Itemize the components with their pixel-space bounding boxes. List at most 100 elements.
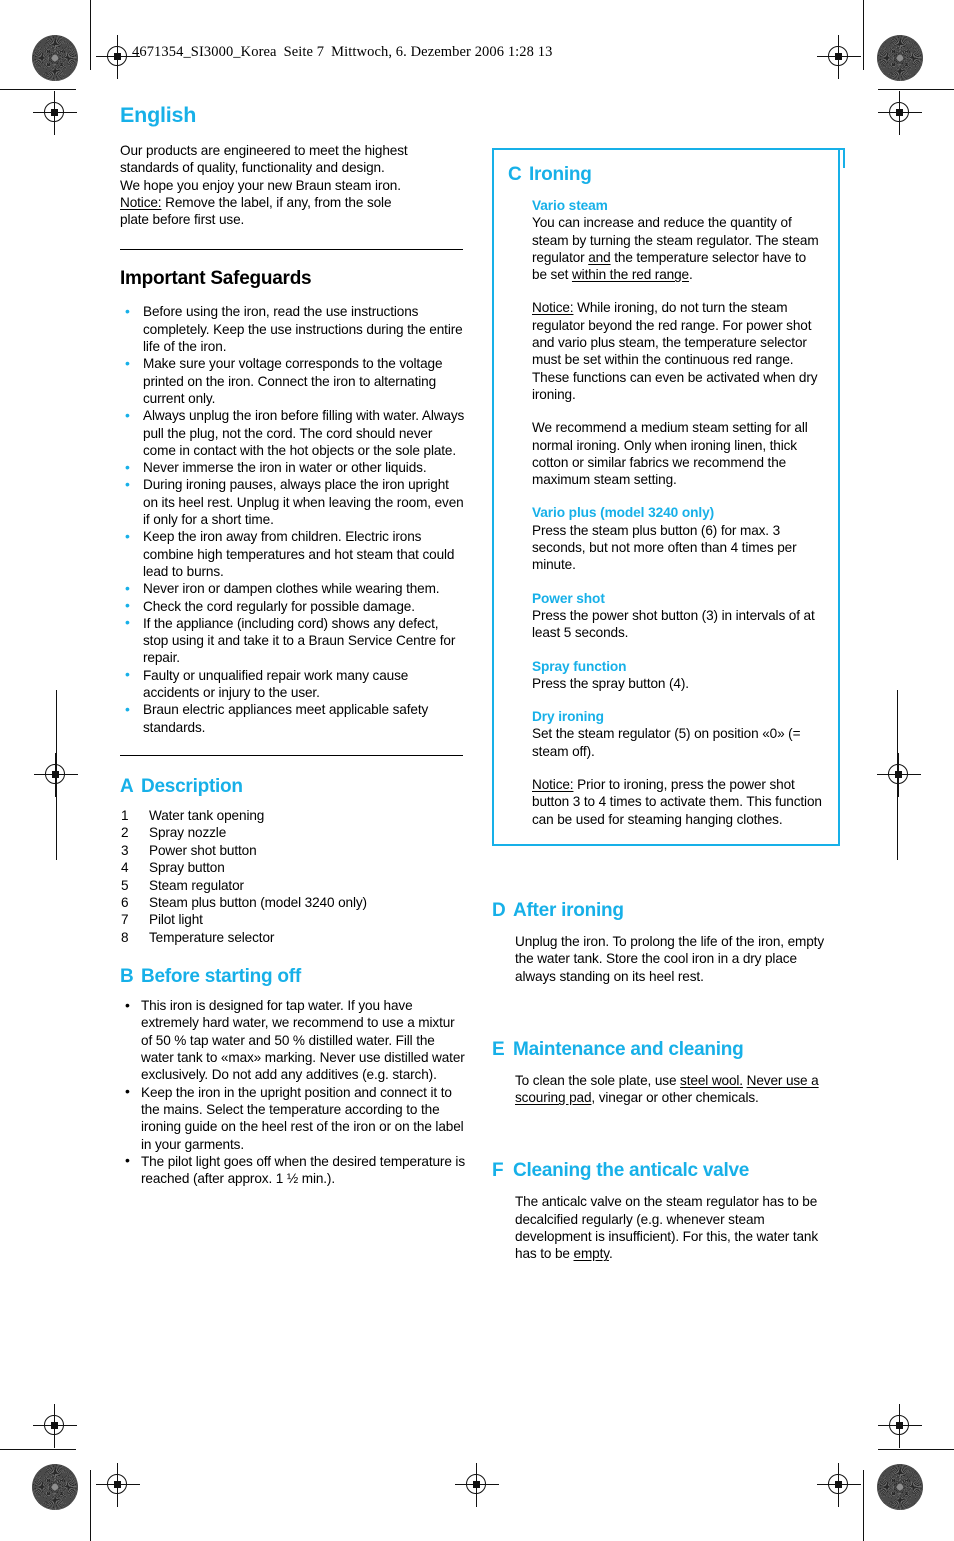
registration-mark-lower-right-edge <box>878 1404 922 1448</box>
section-f-text-b: . <box>608 1246 613 1262</box>
list-item: 5 Steam regulator <box>120 877 465 894</box>
list-item: 1 Water tank opening <box>120 807 465 824</box>
crop-line-top-right-vertical <box>863 0 865 70</box>
item-label: Spray button <box>149 860 225 876</box>
color-target-bottom-left <box>32 1464 78 1510</box>
item-number: 3 <box>121 842 129 858</box>
divider-above-safeguards <box>120 249 463 251</box>
section-f-text-a: The anticalc valve on the steam regulato… <box>515 1194 819 1262</box>
notice-text: While ironing, do not turn the steam reg… <box>532 300 812 368</box>
item-number: 4 <box>121 860 129 876</box>
registration-mark-bottom-left <box>96 1463 140 1507</box>
list-item: Check the cord regularly for possible da… <box>120 597 465 615</box>
item-label: Steam regulator <box>149 877 244 893</box>
description-list: 1 Water tank opening 2 Spray nozzle 3 Power… <box>120 807 465 946</box>
list-item: Make sure your voltage corresponds to th… <box>120 355 465 407</box>
section-b-title: Before starting off <box>141 966 301 988</box>
item-label: Temperature selector <box>149 929 275 945</box>
section-e-text-a: To clean the sole plate, use <box>515 1072 681 1088</box>
notice-label: Notice: <box>532 300 574 316</box>
crop-line-left-bottom-horizontal <box>0 1449 76 1451</box>
section-c-title: Ironing <box>529 164 592 185</box>
spray-function-text: Press the spray button (4). <box>532 675 689 691</box>
section-b-letter: B <box>120 966 134 988</box>
item-number: 1 <box>121 807 129 823</box>
before-starting-list: This iron is designed for tap water. If … <box>120 997 465 1187</box>
power-shot-heading: Power shot <box>532 590 605 606</box>
list-item: This iron is designed for tap water. If … <box>120 997 465 1083</box>
slug-page: Seite 7 <box>283 44 325 60</box>
vario-steam-underline-red-range: within the red range <box>571 267 689 283</box>
registration-mark-lower-left-edge <box>33 1404 77 1448</box>
section-e-heading: E Maintenance and cleaning <box>492 1039 840 1061</box>
list-item: Keep the iron in the upright position an… <box>120 1083 465 1153</box>
item-number: 2 <box>121 825 129 841</box>
left-column: English Our products are engineered to m… <box>120 103 465 1187</box>
intro-line-1: Our products are engineered to meet the … <box>120 143 408 158</box>
list-item: Always unplug the iron before filling wi… <box>120 407 465 459</box>
vario-plus-heading: Vario plus (model 3240 only) <box>532 505 715 521</box>
vario-steam-paragraph: You can increase and reduce the quantity… <box>532 214 822 283</box>
crop-line-bottom-left-vertical <box>90 1470 92 1541</box>
section-a-title: Description <box>141 775 243 797</box>
intro-line-5: plate before first use. <box>120 212 245 228</box>
section-d-text: Unplug the iron. To prolong the life of … <box>515 933 825 984</box>
item-label: Power shot button <box>149 842 257 858</box>
list-item: Before using the iron, read the use inst… <box>120 303 465 355</box>
intro-notice-text: Remove the label, if any, from the sole <box>161 194 392 210</box>
section-f-heading: F Cleaning the anticalc valve <box>492 1160 840 1182</box>
spray-function-heading: Spray function <box>532 658 627 674</box>
section-e-letter: E <box>492 1038 505 1060</box>
section-d-letter: D <box>492 899 506 921</box>
registration-mark-bottom-center <box>455 1463 499 1507</box>
section-f-text: The anticalc valve on the steam regulato… <box>492 1193 840 1262</box>
list-item: Faulty or unqualified repair work many c… <box>120 666 465 702</box>
section-a-letter: A <box>120 775 134 797</box>
power-shot-text: Press the power shot button (3) in inter… <box>532 607 815 641</box>
page-title-language: English <box>120 103 197 127</box>
crop-line-top-left-vertical <box>90 0 92 70</box>
list-item: During ironing pauses, always place the … <box>120 476 465 528</box>
item-number: 7 <box>121 912 129 928</box>
list-item: 6 Steam plus button (model 3240 only) <box>120 894 465 911</box>
intro-line-3: We hope you enjoy your new Braun steam i… <box>120 177 401 193</box>
document-page: 4671354_SI3000_Korea Seite 7 Mittwoch, 6. … <box>0 0 954 1541</box>
item-number: 8 <box>121 929 129 945</box>
section-e-text: To clean the sole plate, use steel wool.… <box>492 1072 840 1107</box>
section-d-heading: D After ironing <box>492 900 840 922</box>
vario-steam-recommendation: We recommend a medium steam setting for … <box>532 420 808 488</box>
crop-line-left-top-horizontal <box>0 89 76 91</box>
section-e-title: Maintenance and cleaning <box>513 1038 744 1060</box>
vario-steam-underline-and: and <box>588 249 611 265</box>
section-c-heading: C Ironing <box>508 164 822 186</box>
crop-line-bottom-right-vertical <box>863 1470 865 1541</box>
section-f-title: Cleaning the anticalc valve <box>513 1160 750 1182</box>
section-a-heading: A Description <box>120 776 465 798</box>
section-d-title: After ironing <box>513 899 624 921</box>
section-e-text-c: , vinegar or other chemicals. <box>591 1090 759 1106</box>
section-f-letter: F <box>492 1160 504 1182</box>
divider-above-description <box>120 754 463 756</box>
section-c-box: C Ironing Vario steam You can increase an… <box>492 148 840 846</box>
list-item: If the appliance (including cord) shows … <box>120 614 465 667</box>
safeguards-heading: Important Safeguards <box>120 268 312 290</box>
crop-line-right-middle <box>897 690 899 860</box>
slug-filename: 4671354_SI3000_Korea <box>132 44 277 60</box>
list-item: Never immerse the iron in water or other… <box>120 459 465 477</box>
list-item: 7 Pilot light <box>120 911 465 928</box>
registration-mark-upper-right-edge <box>878 91 922 135</box>
registration-mark-top-right <box>817 35 861 79</box>
print-slug: 4671354_SI3000_Korea Seite 7 Mittwoch, 6. … <box>132 44 552 61</box>
crop-line-right-top-horizontal <box>878 89 954 91</box>
list-item: 2 Spray nozzle <box>120 824 465 841</box>
registration-mark-left-middle <box>34 753 78 797</box>
